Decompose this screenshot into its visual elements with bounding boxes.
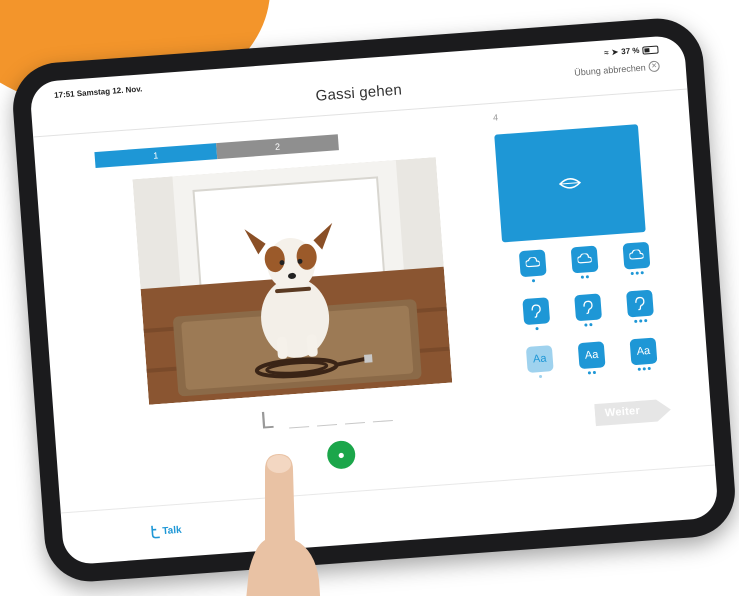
speech-cloud-icon <box>525 256 541 268</box>
status-date-value: Samstag 12. Nov. <box>76 84 143 99</box>
battery-icon <box>642 45 659 55</box>
next-button-label: Weiter <box>604 404 641 420</box>
level-dot <box>647 366 651 371</box>
level-dot <box>535 327 539 331</box>
logo-text: Talk <box>161 524 182 537</box>
close-circle-icon: ✕ <box>648 60 661 73</box>
level-dot <box>580 275 584 279</box>
answer-field[interactable]: L <box>259 401 393 435</box>
hint-level-grid: Aa Aa Aa <box>518 241 665 391</box>
text-level-2-button[interactable]: Aa <box>577 341 606 370</box>
letter-blank <box>317 424 338 427</box>
level-dot <box>637 367 641 371</box>
level-dot <box>589 323 593 327</box>
location-icon: ➤ <box>611 47 619 57</box>
level-dot <box>635 271 639 275</box>
microphone-button[interactable]: ● <box>326 439 357 470</box>
level-indicator-2 <box>580 275 589 279</box>
level-indicator-2 <box>584 323 593 327</box>
text-level-1-button[interactable]: Aa <box>525 345 554 373</box>
text-aa-icon: Aa <box>636 344 651 358</box>
level-dot <box>639 319 643 323</box>
logo-mark-icon <box>151 525 160 539</box>
level-indicator-3 <box>637 366 651 371</box>
app-logo: Talk <box>150 523 182 539</box>
ear-icon <box>583 300 593 315</box>
text-aa-icon: Aa <box>584 348 599 362</box>
level-indicator-3 <box>634 319 648 323</box>
next-button[interactable]: Weiter <box>594 396 674 428</box>
level-dot <box>630 271 634 276</box>
ear-icon <box>531 304 541 318</box>
level-dot <box>587 371 592 375</box>
progress-step-1: 1 <box>94 143 218 169</box>
level-indicator-2 <box>587 370 597 375</box>
progress-total: 4 <box>492 112 499 123</box>
ear-icon <box>635 296 645 311</box>
mouth-hint-panel[interactable] <box>494 124 646 243</box>
ear-level-2-button[interactable] <box>574 293 603 322</box>
level-indicator-3 <box>630 271 644 276</box>
letter-blank <box>289 426 310 429</box>
microphone-icon: ● <box>337 447 346 463</box>
ear-level-1-button[interactable] <box>522 297 551 326</box>
finger-hand <box>246 454 321 596</box>
level-indicator-1 <box>531 279 536 283</box>
status-indicators: ≈ ➤ 37 % <box>603 45 659 58</box>
progress-step-2: 2 <box>216 134 339 160</box>
text-aa-icon: Aa <box>532 352 547 366</box>
level-dot <box>592 370 597 375</box>
tablet-screen: 17:51 Samstag 12. Nov. ≈ ➤ 37 % Gassi ge… <box>29 34 719 566</box>
battery-percent: 37 % <box>620 45 640 57</box>
level-indicator-1 <box>538 374 543 379</box>
wifi-icon: ≈ <box>603 48 609 58</box>
speech-cloud-icon <box>629 249 644 260</box>
speech-level-3-button[interactable] <box>622 241 651 270</box>
letter-blank <box>372 419 393 423</box>
level-indicator-1 <box>535 327 539 331</box>
level-dot <box>640 271 644 275</box>
dog-photo-illustration <box>132 157 453 405</box>
level-dot <box>538 374 543 379</box>
footer-divider <box>60 464 716 514</box>
progress-bar: 1 2 <box>94 134 339 169</box>
letter-blank <box>344 421 365 425</box>
text-level-3-button[interactable]: Aa <box>629 337 658 366</box>
status-time-value: 17:51 <box>53 89 75 100</box>
scene: 17:51 Samstag 12. Nov. ≈ ➤ 37 % Gassi ge… <box>0 0 739 596</box>
level-dot <box>642 367 646 371</box>
level-dot <box>531 279 536 283</box>
speech-level-2-button[interactable] <box>570 245 599 274</box>
speech-cloud-icon <box>577 252 593 264</box>
ear-level-3-button[interactable] <box>626 289 654 318</box>
speech-level-1-button[interactable] <box>518 249 547 278</box>
status-time: 17:51 Samstag 12. Nov. <box>54 84 143 99</box>
level-dot <box>644 319 648 323</box>
level-dot <box>584 323 588 327</box>
level-dot <box>585 275 589 279</box>
level-dot <box>634 319 638 323</box>
mouth-icon <box>558 178 582 189</box>
exercise-photo-dog <box>132 157 453 405</box>
tablet-frame: 17:51 Samstag 12. Nov. ≈ ➤ 37 % Gassi ge… <box>9 15 739 585</box>
typed-letter: L <box>259 406 275 435</box>
